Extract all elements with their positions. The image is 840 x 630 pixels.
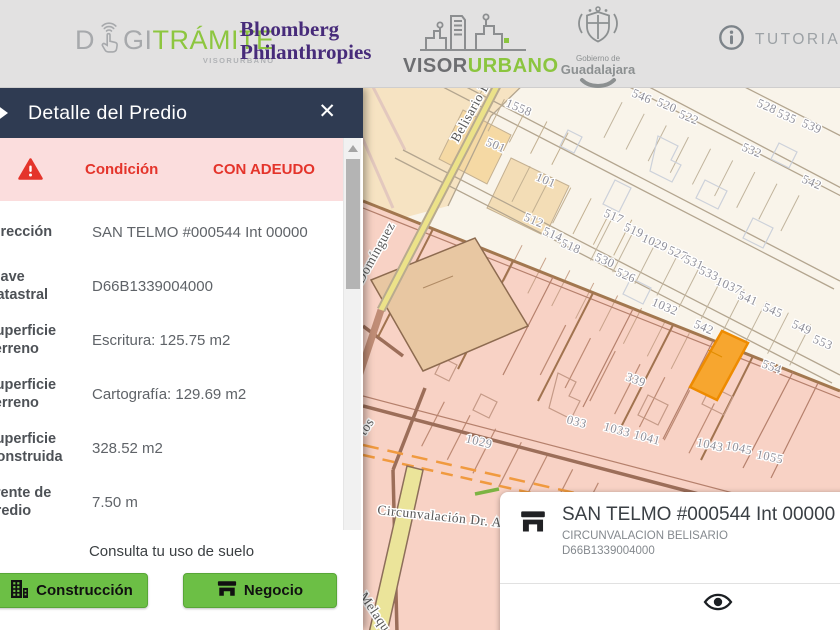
field-label: Superficie Construida	[0, 431, 63, 465]
urbano-text: URBANO	[467, 55, 559, 77]
guadalajara-crest-icon	[572, 6, 624, 53]
info-icon	[718, 24, 745, 56]
card-divider	[500, 583, 840, 584]
panel-scrollbar[interactable]	[343, 138, 361, 530]
warning-icon	[18, 158, 43, 186]
tutorial-label: TUTORIAL	[755, 31, 840, 48]
construccion-button[interactable]: Construcción	[0, 573, 148, 608]
field-row-superficie-escritura: Superficie Terreno Escritura: 125.75 m2	[0, 313, 343, 367]
field-row-direccion: Dirección SAN TELMO #000544 Int 00000	[0, 205, 343, 259]
field-row-superficie-cartografia: Superficie Terreno Cartografía: 129.69 m…	[0, 367, 343, 421]
scrollbar-up-arrow-icon[interactable]	[348, 145, 358, 152]
property-result-card[interactable]: SAN TELMO #000544 Int 00000 CIRCUNVALACI…	[500, 492, 840, 630]
field-value: Cartografía: 129.69 m2	[92, 385, 247, 403]
field-value: 328.52 m2	[92, 439, 163, 457]
field-row-frente-predio: Frente de Predio 7.50 m	[0, 475, 343, 529]
card-title: SAN TELMO #000544 Int 00000	[562, 504, 836, 525]
bloomberg-line2: Philanthropies	[240, 40, 372, 64]
detail-panel: Detalle del Predio ✕ Condición CON ADEUD…	[0, 88, 363, 630]
property-fields: Dirección SAN TELMO #000544 Int 00000 Cl…	[0, 205, 343, 529]
land-use-hint: Consulta tu uso de suelo	[88, 543, 255, 560]
app-window: D GI TRÁMITE VISORURBANO Bloomberg Phila…	[0, 0, 840, 630]
field-value: SAN TELMO #000544 Int 00000	[92, 223, 308, 241]
city-skyline-icon	[418, 13, 528, 56]
visor-text: VISOR	[403, 55, 468, 77]
card-clave-catastral: D66B1339004000	[562, 545, 655, 557]
field-row-superficie-construida: Superficie Construida 328.52 m2	[0, 421, 343, 475]
debt-alert-row: Condición CON ADEUDO	[0, 138, 343, 201]
bloomberg-line1: Bloomberg	[240, 17, 340, 41]
panel-footer: Consulta tu uso de suelo Construcción Ne…	[0, 530, 363, 630]
storefront-icon	[520, 510, 546, 539]
field-label: Dirección	[0, 224, 53, 240]
bloomberg-logo: Bloomberg Philanthropies	[240, 18, 371, 64]
touch-finger-icon	[96, 22, 122, 59]
collapse-arrow-icon[interactable]	[0, 105, 8, 121]
building-icon	[9, 579, 29, 603]
scrollbar-thumb[interactable]	[346, 159, 360, 289]
field-row-clave-catastral: Clave Catastral D66B1339004000	[0, 259, 343, 313]
field-value: 7.50 m	[92, 493, 138, 511]
field-label: Superficie Terreno	[0, 377, 57, 411]
digitramite-text-d: D	[75, 25, 95, 55]
visor-urbano-logo: VISORURBANO	[403, 8, 558, 78]
panel-header: Detalle del Predio ✕	[0, 88, 363, 138]
field-label: Frente de Predio	[0, 485, 52, 519]
negocio-label: Negocio	[243, 582, 304, 599]
storefront-icon	[217, 579, 237, 602]
guadalajara-text: Guadalajara	[560, 62, 636, 77]
panel-title: Detalle del Predio	[28, 101, 188, 124]
close-icon[interactable]: ✕	[318, 99, 336, 124]
card-street: CIRCUNVALACION BELISARIO	[562, 530, 728, 542]
negocio-button[interactable]: Negocio	[183, 573, 337, 608]
tutorial-button[interactable]: TUTORIAL	[718, 24, 840, 56]
digitramite-text-gi: GI	[123, 25, 153, 55]
top-header-bar: D GI TRÁMITE VISORURBANO Bloomberg Phila…	[0, 0, 840, 88]
field-value: Escritura: 125.75 m2	[92, 331, 231, 349]
condition-value-badge: CON ADEUDO	[213, 161, 315, 178]
field-value: D66B1339004000	[92, 277, 213, 295]
field-label: Superficie Terreno	[0, 323, 57, 357]
smile-arc-icon	[580, 78, 616, 88]
field-label: Clave Catastral	[0, 269, 49, 303]
construccion-label: Construcción	[36, 582, 133, 599]
condition-label: Condición	[85, 161, 159, 178]
eye-icon[interactable]	[703, 591, 733, 618]
guadalajara-logo: Gobierno de Guadalajara	[548, 5, 648, 95]
